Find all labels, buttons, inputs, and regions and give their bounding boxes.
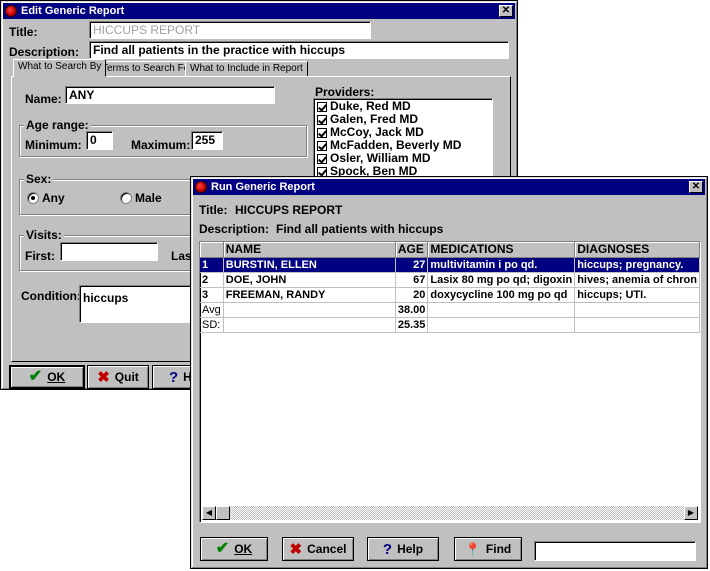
sex-any-radio[interactable] <box>27 192 39 204</box>
x-icon: ✖ <box>97 368 110 386</box>
checkbox-checked-icon[interactable] <box>317 114 327 125</box>
title-field[interactable]: HICCUPS REPORT <box>89 21 371 39</box>
results-table: NAME AGE MEDICATIONS DIAGNOSES 1 BURSTIN… <box>200 242 700 333</box>
checkbox-checked-icon[interactable] <box>317 127 327 138</box>
providers-list[interactable]: Duke, Red MD Galen, Fred MD McCoy, Jack … <box>313 98 493 180</box>
column-header-name[interactable]: NAME <box>223 242 396 258</box>
run-cancel-button[interactable]: ✖ Cancel <box>282 537 354 561</box>
tab-what-to-include[interactable]: What to Include in Report <box>185 61 308 77</box>
minimum-age-field[interactable]: 0 <box>86 131 113 150</box>
header-row: NAME AGE MEDICATIONS DIAGNOSES <box>200 242 700 258</box>
age-range-title: Age range: <box>24 118 91 132</box>
sex-male-label: Male <box>135 191 162 205</box>
edit-report-title: Edit Generic Report <box>21 5 125 17</box>
check-icon: ✔ <box>28 368 43 385</box>
condition-field[interactable]: hiccups <box>79 285 193 323</box>
table-row[interactable]: 3 FREEMAN, RANDY 20 doxycycline 100 mg p… <box>200 287 700 303</box>
run-ok-button[interactable]: ✔ OK <box>200 537 268 561</box>
scroll-thumb[interactable] <box>216 506 230 520</box>
edit-ok-button[interactable]: ✔ OK <box>9 365 85 389</box>
checkbox-checked-icon[interactable] <box>317 166 327 177</box>
run-description-value: Find all patients with hiccups <box>276 222 444 236</box>
run-find-button[interactable]: 📍 Find <box>454 537 522 561</box>
stat-row-avg: Avg 38.00 <box>200 302 700 318</box>
column-header[interactable] <box>200 242 224 258</box>
table-row[interactable]: 1 BURSTIN, ELLEN 27 multivitamin i po qd… <box>200 257 700 273</box>
maximum-age-field[interactable]: 255 <box>191 131 223 150</box>
description-field[interactable]: Find all patients in the practice with h… <box>89 41 509 59</box>
maximum-label: Maximum: <box>131 138 191 152</box>
description-label: Description: <box>9 45 80 59</box>
condition-label: Condition: <box>21 289 81 303</box>
run-help-button[interactable]: ? Help <box>367 537 439 561</box>
title-label: Title: <box>9 25 38 39</box>
first-visit-field[interactable] <box>60 242 158 261</box>
question-icon: ? <box>169 368 179 386</box>
x-icon: ✖ <box>289 540 303 558</box>
edit-report-titlebar[interactable]: Edit Generic Report ✕ <box>3 3 515 19</box>
stat-row-sd: SD: 25.35 <box>200 317 700 333</box>
run-report-window: Run Generic Report ✕ Title: HICCUPS REPO… <box>190 176 708 569</box>
sex-male-radio[interactable] <box>120 192 132 204</box>
run-report-titlebar[interactable]: Run Generic Report ✕ <box>193 179 705 195</box>
run-title-label: Title: <box>199 203 228 217</box>
app-heart-icon <box>195 181 207 193</box>
question-icon: ? <box>382 540 393 558</box>
checkbox-checked-icon[interactable] <box>317 140 327 151</box>
column-header-diagnoses[interactable]: DIAGNOSES <box>574 242 700 258</box>
name-field[interactable]: ANY <box>65 86 275 104</box>
checkbox-checked-icon[interactable] <box>317 153 327 164</box>
table-row[interactable]: 2 DOE, JOHN 67 Lasix 80 mg po qd; digoxi… <box>200 272 700 288</box>
run-description-label: Description: <box>199 222 270 236</box>
scroll-right-icon[interactable]: ▶ <box>684 506 698 520</box>
pin-icon: 📍 <box>464 541 481 557</box>
last-visit-label: Las <box>171 249 192 263</box>
sex-title: Sex: <box>24 172 54 186</box>
find-field[interactable] <box>534 541 696 561</box>
close-icon[interactable]: ✕ <box>499 5 513 17</box>
edit-quit-button[interactable]: ✖ Quit <box>87 365 149 389</box>
first-visit-label: First: <box>25 249 55 263</box>
tab-terms-to-search-for[interactable]: Terms to Search For <box>97 61 198 77</box>
checkbox-checked-icon[interactable] <box>317 101 327 112</box>
column-header-age[interactable]: AGE <box>395 242 429 258</box>
tab-what-to-search-by[interactable]: What to Search By <box>13 59 107 77</box>
horizontal-scrollbar[interactable]: ◀ ▶ <box>202 506 698 520</box>
run-report-title: Run Generic Report <box>211 181 315 193</box>
minimum-label: Minimum: <box>25 138 82 152</box>
results-grid[interactable]: NAME AGE MEDICATIONS DIAGNOSES 1 BURSTIN… <box>199 241 701 523</box>
sex-any-label: Any <box>42 191 65 205</box>
scroll-left-icon[interactable]: ◀ <box>202 506 216 520</box>
visits-title: Visits: <box>24 228 64 242</box>
name-label: Name: <box>25 92 62 106</box>
close-icon[interactable]: ✕ <box>689 181 703 193</box>
run-title-value: HICCUPS REPORT <box>235 203 343 217</box>
column-header-medications[interactable]: MEDICATIONS <box>427 242 576 258</box>
providers-label: Providers: <box>315 85 375 99</box>
app-heart-icon <box>5 5 17 17</box>
check-icon: ✔ <box>215 540 230 557</box>
